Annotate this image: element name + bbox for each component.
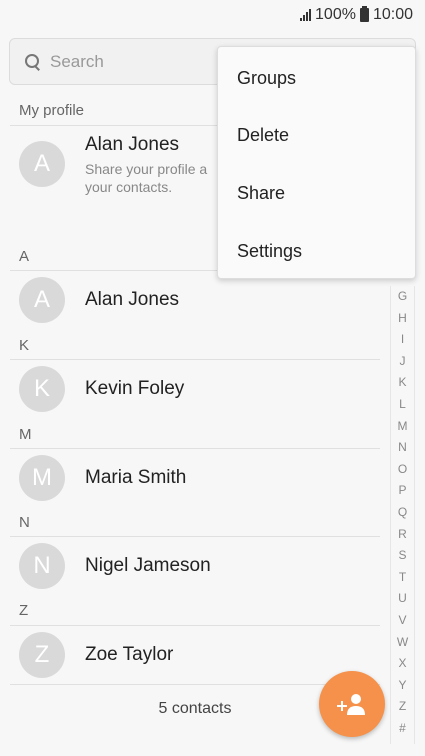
contact-name: Nigel Jameson	[85, 555, 211, 576]
index-letter[interactable]: M	[398, 416, 408, 438]
section-header-z: Z	[19, 602, 29, 619]
avatar: A	[19, 141, 65, 187]
index-letter[interactable]: P	[398, 480, 406, 502]
index-letter[interactable]: Z	[399, 696, 406, 718]
index-letter[interactable]: W	[397, 632, 408, 654]
index-letter[interactable]: J	[400, 351, 406, 373]
menu-item-groups[interactable]: Groups	[218, 49, 415, 107]
avatar: A	[19, 277, 65, 323]
contact-name: Maria Smith	[85, 467, 187, 488]
index-letter[interactable]: U	[398, 588, 407, 610]
contact-row-maria-smith[interactable]: M Maria Smith	[0, 448, 385, 510]
avatar: K	[19, 366, 65, 412]
index-letter[interactable]: H	[398, 308, 407, 330]
section-header-m: M	[19, 426, 32, 443]
index-letter[interactable]: L	[399, 394, 406, 416]
section-header-k: K	[19, 337, 30, 354]
search-icon	[24, 53, 42, 71]
battery-percent: 100%	[315, 6, 356, 23]
search-input[interactable]	[50, 51, 230, 72]
signal-icon	[300, 9, 312, 21]
index-letter[interactable]: Y	[398, 675, 406, 697]
index-letter[interactable]: Q	[398, 502, 407, 524]
contact-name: Alan Jones	[85, 289, 180, 310]
index-letter[interactable]: X	[398, 653, 406, 675]
avatar: N	[19, 543, 65, 589]
battery-icon	[359, 6, 369, 22]
index-letter[interactable]: N	[398, 437, 407, 459]
contact-name: Kevin Foley	[85, 378, 185, 399]
alphabet-index[interactable]: G H I J K L M N O P Q R S T U V W X Y Z …	[390, 286, 415, 744]
avatar: Z	[19, 632, 65, 678]
index-letter[interactable]: I	[401, 329, 404, 351]
status-bar: 100% 10:00	[0, 0, 425, 30]
index-letter[interactable]: V	[398, 610, 406, 632]
index-letter[interactable]: K	[398, 372, 406, 394]
index-letter[interactable]: O	[398, 459, 407, 481]
menu-item-delete[interactable]: Delete	[218, 106, 415, 164]
contact-row-kevin-foley[interactable]: K Kevin Foley	[0, 359, 385, 421]
menu-item-settings[interactable]: Settings	[218, 222, 415, 280]
add-contact-icon	[337, 694, 365, 715]
contact-row-nigel-jameson[interactable]: N Nigel Jameson	[0, 536, 385, 598]
contact-name: Zoe Taylor	[85, 644, 174, 665]
index-letter[interactable]: R	[398, 524, 407, 546]
avatar: M	[19, 455, 65, 501]
contact-row-zoe-taylor[interactable]: Z Zoe Taylor	[0, 625, 385, 687]
section-header-a: A	[19, 248, 30, 265]
index-letter[interactable]: G	[398, 286, 407, 308]
profile-subtitle-line1: Share your profile a	[85, 161, 208, 177]
clock: 10:00	[372, 6, 413, 23]
index-letter[interactable]: T	[399, 567, 406, 589]
index-letter[interactable]: #	[399, 718, 406, 740]
profile-name: Alan Jones	[85, 134, 180, 155]
overflow-menu: Groups Delete Share Settings	[217, 46, 416, 279]
add-contact-button[interactable]	[319, 671, 385, 737]
section-header-my-profile: My profile	[19, 102, 85, 119]
index-letter[interactable]: S	[398, 545, 406, 567]
profile-subtitle-line2: your contacts.	[85, 179, 173, 195]
section-header-n: N	[19, 514, 30, 531]
menu-item-share[interactable]: Share	[218, 164, 415, 222]
